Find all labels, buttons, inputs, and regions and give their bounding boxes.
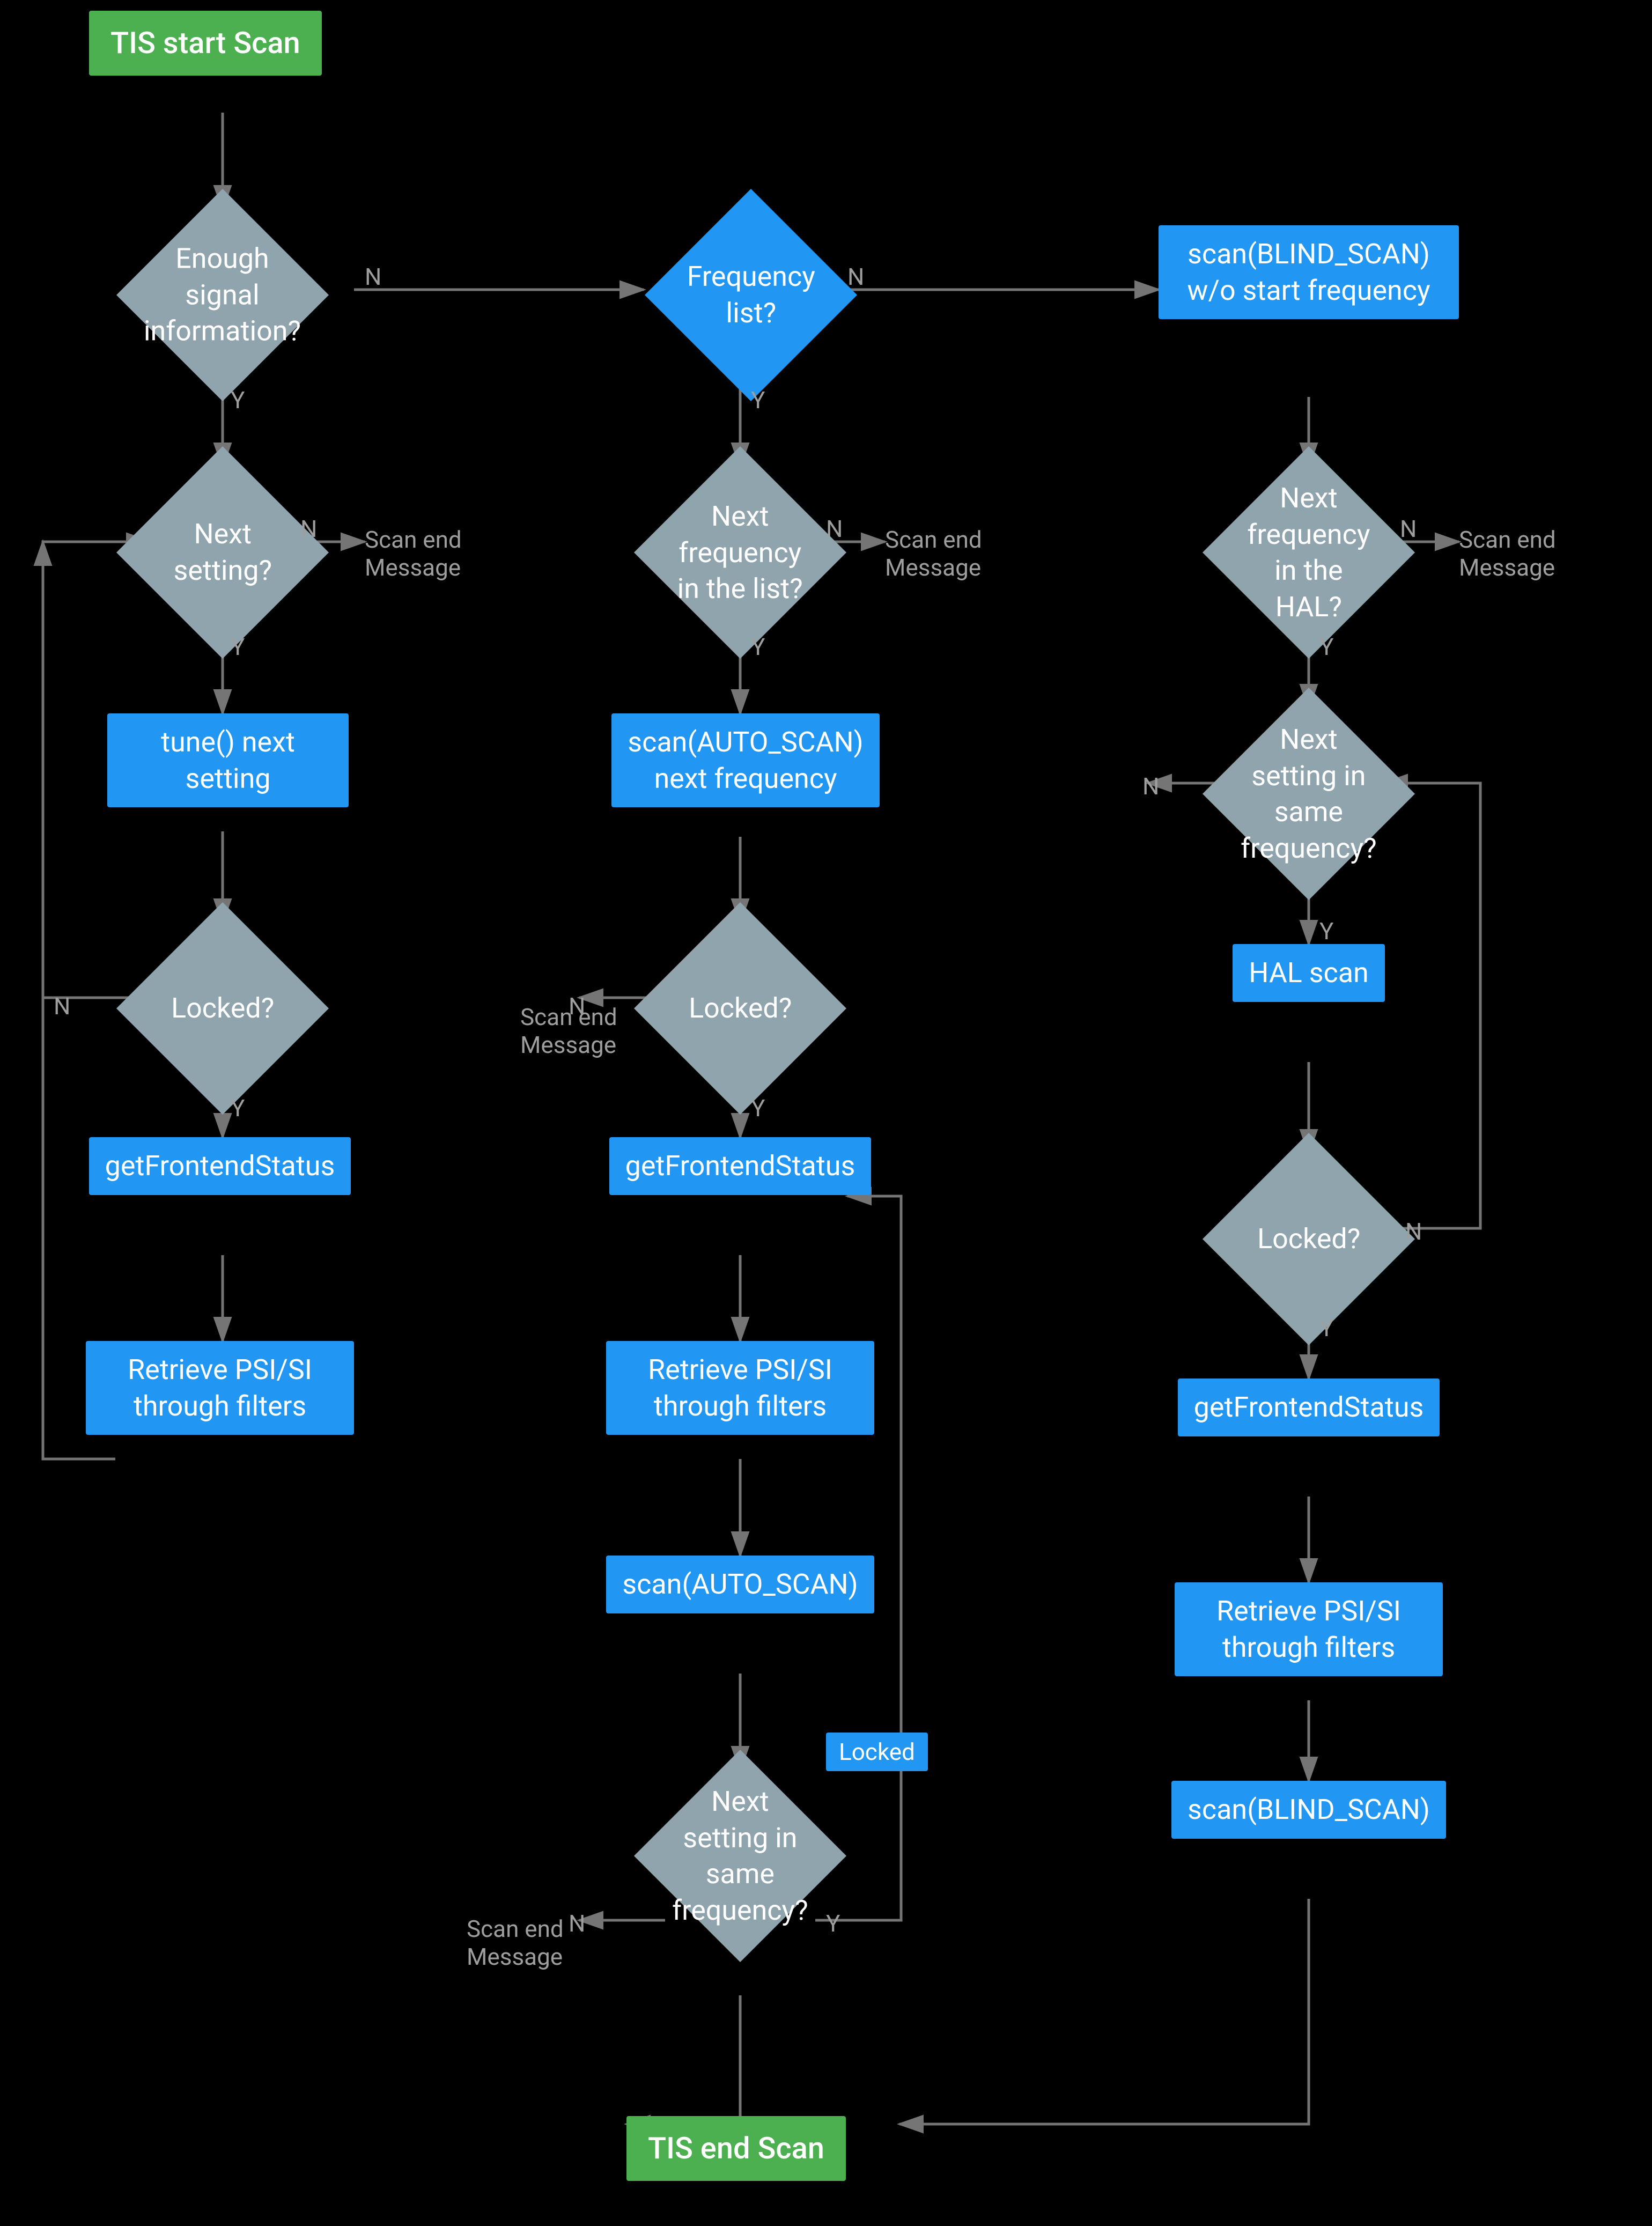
blind-scan-start-label: scan(BLIND_SCAN) w/o start frequency bbox=[1159, 225, 1459, 319]
tune-next-node: tune() next setting bbox=[107, 713, 349, 807]
end-node: TIS end Scan bbox=[626, 2116, 846, 2181]
y-label-7: Y bbox=[1319, 917, 1333, 945]
enough-signal-label: Enough signal information? bbox=[138, 235, 306, 355]
retrieve-psi3-label: Retrieve PSI/SI through filters bbox=[1175, 1582, 1443, 1676]
get-frontend2-label: getFrontendStatus bbox=[609, 1137, 872, 1195]
scan-auto-label: scan(AUTO_SCAN) bbox=[606, 1556, 874, 1613]
n-label-locked1: N bbox=[54, 992, 70, 1020]
locked2-node: Locked? bbox=[654, 923, 826, 1094]
locked3-label: Locked? bbox=[1252, 1215, 1366, 1263]
next-freq-list-node: Next frequency in the list? bbox=[654, 467, 826, 638]
hal-scan-label: HAL scan bbox=[1233, 944, 1384, 1002]
hal-scan-node: HAL scan bbox=[1185, 944, 1432, 1002]
enough-signal-node: Enough signal information? bbox=[137, 209, 308, 381]
n-label-3: N bbox=[300, 515, 317, 543]
blind-scan-node: scan(BLIND_SCAN) bbox=[1185, 1781, 1432, 1839]
get-frontend3-label: getFrontendStatus bbox=[1178, 1379, 1440, 1436]
y-label-4: Y bbox=[751, 633, 765, 661]
start-label: TIS start Scan bbox=[89, 11, 322, 76]
y-label-2: Y bbox=[751, 386, 765, 414]
get-frontend1-label: getFrontendStatus bbox=[89, 1137, 351, 1195]
next-setting-node: Next setting? bbox=[137, 467, 308, 638]
locked1-label: Locked? bbox=[166, 985, 279, 1032]
next-freq-list-label: Next frequency in the list? bbox=[665, 493, 815, 613]
blind-scan-start-node: scan(BLIND_SCAN) w/o start frequency bbox=[1159, 225, 1459, 319]
retrieve-psi1-node: Retrieve PSI/SI through filters bbox=[86, 1341, 354, 1435]
locked1-node: Locked? bbox=[137, 923, 308, 1094]
y-label-6: Y bbox=[1319, 633, 1333, 661]
n-label-6: N bbox=[1400, 515, 1417, 543]
locked-badge-node: Locked bbox=[826, 1733, 928, 1771]
retrieve-psi3-node: Retrieve PSI/SI through filters bbox=[1175, 1582, 1443, 1676]
blind-scan-label: scan(BLIND_SCAN) bbox=[1171, 1781, 1446, 1839]
scan-auto-node: scan(AUTO_SCAN) bbox=[606, 1556, 874, 1613]
next-setting-same-freq2-label: Next setting in same frequency? bbox=[665, 1778, 815, 1934]
tune-next-label: tune() next setting bbox=[107, 713, 349, 807]
frequency-list-label: Frequency list? bbox=[676, 253, 826, 336]
y-label-3: Y bbox=[231, 633, 245, 661]
y-label-locked3: Y bbox=[1319, 1314, 1333, 1342]
get-frontend1-node: getFrontendStatus bbox=[86, 1137, 354, 1195]
locked-badge-label: Locked bbox=[826, 1733, 928, 1771]
locked3-node: Locked? bbox=[1223, 1153, 1395, 1325]
scan-end-msg-5: Scan endMessage bbox=[1459, 526, 1556, 581]
n-label-1: N bbox=[365, 263, 381, 291]
next-freq-hal-label: Next frequency in the HAL? bbox=[1234, 475, 1384, 630]
frequency-list-node: Frequency list? bbox=[665, 209, 837, 381]
n-label-7: N bbox=[1142, 772, 1159, 800]
get-frontend2-node: getFrontendStatus bbox=[606, 1137, 874, 1195]
next-setting-same-freq-node: Next setting in same frequency? bbox=[1223, 708, 1395, 880]
scan-end-msg-4: Scan endMessage bbox=[467, 1915, 564, 1971]
n-label-locked3: N bbox=[1405, 1218, 1422, 1245]
y-label-1: Y bbox=[231, 386, 245, 414]
next-setting-label: Next setting? bbox=[148, 511, 298, 594]
n-label-4: N bbox=[826, 515, 843, 543]
y-label-locked2: Y bbox=[751, 1094, 765, 1122]
n-label-2: N bbox=[847, 263, 864, 291]
retrieve-psi1-label: Retrieve PSI/SI through filters bbox=[86, 1341, 354, 1435]
y-label-5: Y bbox=[826, 1910, 840, 1937]
retrieve-psi2-label: Retrieve PSI/SI through filters bbox=[606, 1341, 874, 1435]
next-setting-same-freq2-node: Next setting in same frequency? bbox=[654, 1770, 826, 1942]
scan-auto-next-label: scan(AUTO_SCAN) next frequency bbox=[611, 713, 880, 807]
n-label-5: N bbox=[569, 1910, 585, 1937]
get-frontend3-node: getFrontendStatus bbox=[1175, 1379, 1443, 1436]
start-node: TIS start Scan bbox=[89, 11, 322, 76]
flowchart: TIS start Scan Enough signal information… bbox=[0, 0, 1652, 2226]
next-setting-same-freq-label: Next setting in same frequency? bbox=[1234, 716, 1384, 872]
scan-auto-next-node: scan(AUTO_SCAN) next frequency bbox=[611, 713, 880, 807]
y-label-locked1: Y bbox=[231, 1094, 245, 1122]
end-label: TIS end Scan bbox=[626, 2116, 846, 2181]
scan-end-msg-1: Scan endMessage bbox=[365, 526, 462, 581]
next-freq-hal-node: Next frequency in the HAL? bbox=[1223, 467, 1395, 638]
locked2-label: Locked? bbox=[683, 985, 797, 1032]
scan-end-msg-2: Scan endMessage bbox=[885, 526, 982, 581]
retrieve-psi2-node: Retrieve PSI/SI through filters bbox=[606, 1341, 874, 1435]
scan-end-msg-3: Scan endMessage bbox=[520, 1003, 617, 1059]
